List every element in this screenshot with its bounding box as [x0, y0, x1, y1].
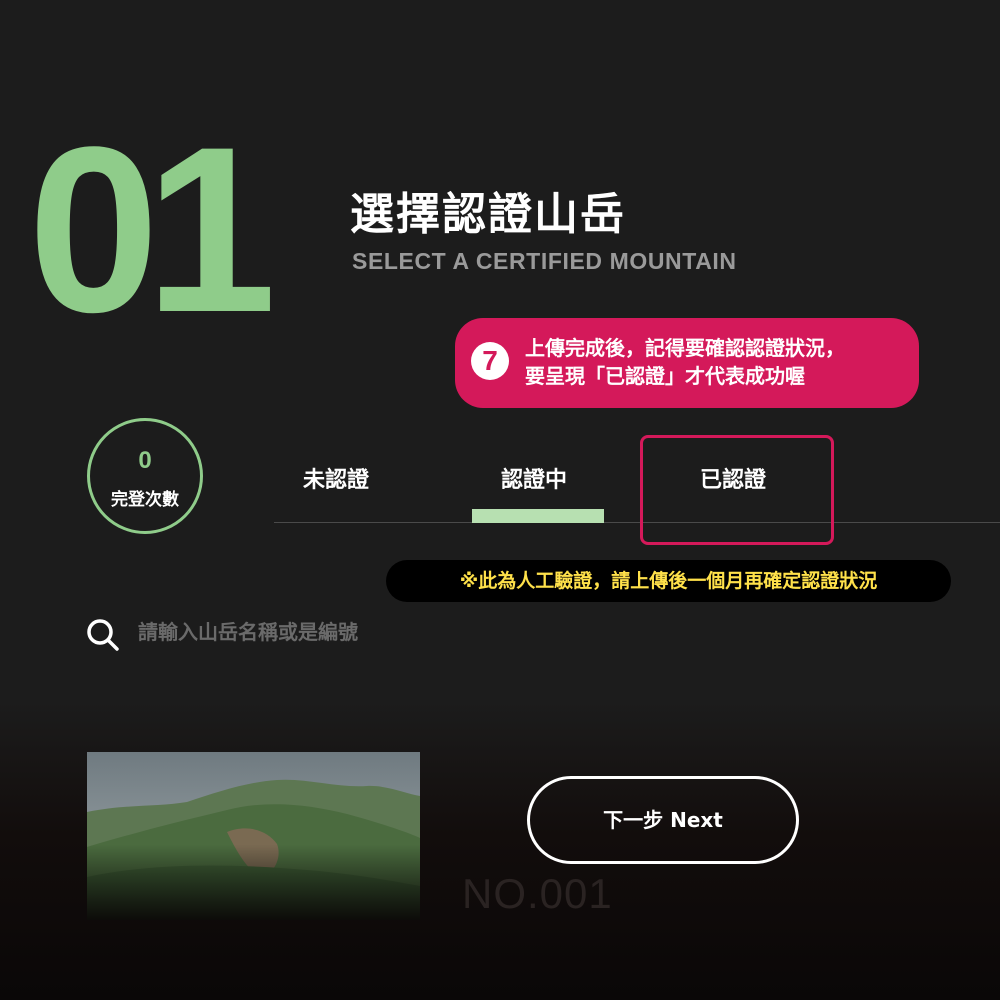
callout-line-2: 要呈現「已認證」才代表成功喔 — [525, 364, 805, 388]
verification-notice: ※此為人工驗證，請上傳後一個月再確定認證狀況 — [386, 560, 951, 602]
page-title: 選擇認證山岳 — [350, 189, 626, 240]
summit-count-label: 完登次數 — [111, 490, 179, 510]
search-icon[interactable] — [86, 618, 120, 652]
page-subtitle: SELECT A CERTIFIED MOUNTAIN — [352, 248, 737, 274]
callout-line-1: 上傳完成後，記得要確認認證狀況， — [525, 336, 845, 360]
step-number: 01 — [28, 98, 276, 362]
summit-count-value: 0 — [138, 447, 152, 474]
active-tab-indicator — [472, 509, 604, 523]
instruction-callout: 7 上傳完成後，記得要確認認證狀況， 要呈現「已認證」才代表成功喔 — [455, 318, 919, 408]
certified-tab-highlight — [640, 435, 834, 545]
mountain-number: NO.001 — [462, 870, 613, 917]
tab-uncertified[interactable]: 未認證 — [303, 462, 369, 494]
tab-divider — [274, 522, 1000, 523]
summit-count-circle: 0 完登次數 — [87, 418, 203, 534]
step-badge: 7 — [471, 342, 509, 380]
next-button[interactable]: 下一步 Next — [527, 776, 799, 864]
mountain-photo[interactable] — [87, 752, 420, 920]
tab-certifying[interactable]: 認證中 — [501, 462, 567, 494]
callout-text: 上傳完成後，記得要確認認證狀況， 要呈現「已認證」才代表成功喔 — [525, 334, 845, 390]
search-input[interactable] — [138, 614, 638, 650]
